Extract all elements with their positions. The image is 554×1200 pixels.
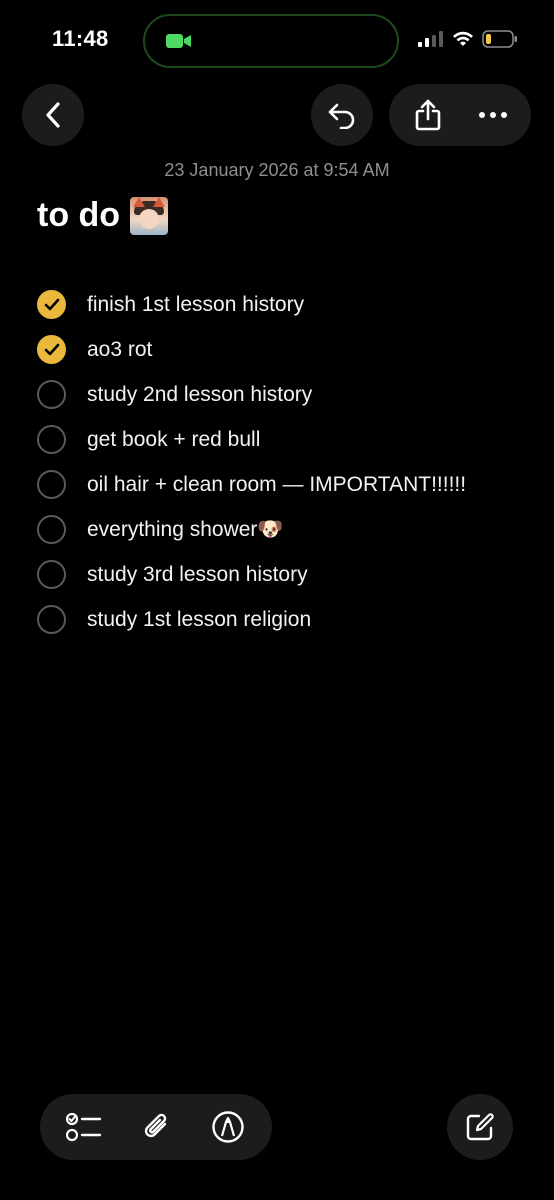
battery-low-icon	[482, 30, 517, 48]
paperclip-icon	[144, 1113, 167, 1138]
checklist-item-text[interactable]: everything shower🐶	[87, 518, 284, 542]
checklist-item[interactable]: ao3 rot	[37, 327, 466, 372]
checklist-item[interactable]: study 3rd lesson history	[37, 552, 466, 597]
checkmark-icon	[44, 343, 59, 355]
share-button[interactable]	[400, 87, 456, 143]
more-button[interactable]	[465, 87, 521, 143]
chevron-left-icon	[46, 102, 60, 128]
compose-button[interactable]	[447, 1094, 513, 1160]
checkbox-checked[interactable]	[37, 290, 66, 319]
note-title[interactable]: to do	[37, 196, 169, 235]
checkbox-unchecked[interactable]	[37, 425, 66, 454]
markup-button[interactable]	[198, 1097, 258, 1157]
checklist-item[interactable]: everything shower🐶	[37, 507, 466, 552]
checklist-item[interactable]: oil hair + clean room — IMPORTANT!!!!!!	[37, 462, 466, 507]
dynamic-island[interactable]	[143, 14, 399, 68]
checklist-item-text[interactable]: study 2nd lesson history	[87, 383, 312, 407]
checklist-item-text[interactable]: study 1st lesson religion	[87, 608, 311, 632]
status-indicators	[418, 30, 518, 48]
note-date: 23 January 2026 at 9:54 AM	[164, 160, 390, 180]
checklist-button[interactable]	[54, 1097, 114, 1157]
back-button[interactable]	[22, 84, 84, 146]
checklist-item[interactable]: get book + red bull	[37, 417, 466, 462]
checklist-icon	[66, 1112, 102, 1142]
status-time: 11:48	[52, 26, 109, 51]
attachment-button[interactable]	[126, 1097, 186, 1157]
checkbox-unchecked[interactable]	[37, 515, 66, 544]
note-title-text: to do	[37, 196, 121, 234]
checkbox-unchecked[interactable]	[37, 605, 66, 634]
checklist-item-text[interactable]: finish 1st lesson history	[87, 293, 304, 317]
checklist-item-text[interactable]: get book + red bull	[87, 428, 260, 452]
checklist-item-text[interactable]: study 3rd lesson history	[87, 563, 308, 587]
undo-icon	[328, 103, 355, 129]
checkbox-unchecked[interactable]	[37, 380, 66, 409]
checklist-item-text[interactable]: oil hair + clean room — IMPORTANT!!!!!!	[87, 473, 466, 497]
checklist-item-text[interactable]: ao3 rot	[87, 338, 152, 362]
checklist-item[interactable]: study 2nd lesson history	[37, 372, 466, 417]
checkmark-icon	[44, 298, 59, 310]
bottom-toolbar	[40, 1094, 272, 1160]
checklist-item[interactable]: finish 1st lesson history	[37, 282, 466, 327]
facetime-video-icon	[166, 34, 191, 48]
photo-sticker	[130, 196, 169, 235]
ellipsis-icon	[478, 112, 507, 118]
checkbox-unchecked[interactable]	[37, 560, 66, 589]
checkbox-checked[interactable]	[37, 335, 66, 364]
checklist-item[interactable]: study 1st lesson religion	[37, 597, 466, 642]
share-more-group	[389, 84, 531, 146]
markup-pen-icon	[212, 1111, 244, 1143]
share-icon	[415, 99, 440, 131]
checklist: finish 1st lesson history ao3 rot study …	[37, 282, 466, 642]
undo-button[interactable]	[311, 84, 373, 146]
wifi-icon	[453, 31, 473, 46]
checkbox-unchecked[interactable]	[37, 470, 66, 499]
compose-icon	[466, 1113, 494, 1141]
cellular-signal-icon	[418, 31, 443, 47]
